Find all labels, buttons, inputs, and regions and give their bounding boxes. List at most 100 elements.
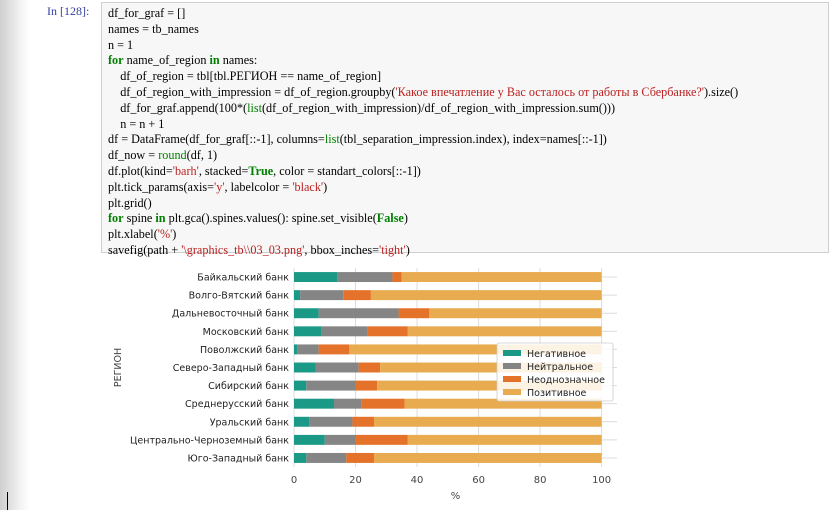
code-token: , bbox_inches= xyxy=(304,242,379,257)
x-tick-label: 20 xyxy=(349,475,362,486)
code-line: names = tb_names xyxy=(108,22,828,38)
bar-segment xyxy=(392,272,402,283)
bar-segment xyxy=(318,308,399,319)
bar-segment xyxy=(373,416,602,427)
code-line: df_now = round(df, 1) xyxy=(108,148,828,164)
code-token: plt.xlabel( xyxy=(108,227,158,242)
bar-segment xyxy=(429,308,602,319)
y-tick-label: Центрально-Черноземный банк xyxy=(130,435,289,446)
code-token: df_now = xyxy=(108,148,159,163)
code-token: in xyxy=(155,211,166,226)
bar-segment xyxy=(294,272,338,283)
legend-label: Неоднозначное xyxy=(527,375,605,386)
bar-segment xyxy=(346,452,374,463)
code-token: 'tight' xyxy=(379,242,406,257)
code-token: 'y' xyxy=(214,179,225,194)
legend-swatch xyxy=(503,389,521,395)
y-tick-label: Среднерусский банк xyxy=(185,399,289,410)
code-token: name_of_region xyxy=(123,53,210,68)
y-tick-label: Юго-Западный банк xyxy=(187,453,289,464)
y-axis-label: РЕГИОН xyxy=(113,348,124,387)
code-token: names = tb_names xyxy=(108,21,199,36)
bar-segment xyxy=(401,272,602,283)
bar-segment xyxy=(407,434,602,445)
window-edge-shade xyxy=(0,0,30,510)
bar-segment xyxy=(318,344,350,355)
y-tick-label: Северо-Западный банк xyxy=(173,363,290,374)
code-token: ) xyxy=(403,211,408,226)
bar-segment xyxy=(352,416,374,427)
code-token: 'black' xyxy=(292,179,324,194)
code-token: plt.tick_params(axis= xyxy=(108,179,215,194)
bar-segment xyxy=(337,272,393,283)
code-token: spine xyxy=(123,211,156,226)
bar-segment xyxy=(294,362,316,373)
code-token: n = 1 xyxy=(108,37,134,52)
code-token: (tbl_separation_impression.index), index… xyxy=(339,132,607,147)
code-line: n = 1 xyxy=(108,38,828,54)
code-token: list xyxy=(324,132,340,147)
code-line: plt.grid() xyxy=(108,196,828,212)
bar-segment xyxy=(294,416,310,427)
bar-segment xyxy=(306,452,347,463)
code-token: ) xyxy=(323,179,328,194)
cell-prompt: In [128]: xyxy=(47,4,90,18)
code-token: in xyxy=(209,53,220,68)
code-token: names: xyxy=(219,53,258,68)
bar-segment xyxy=(294,344,298,355)
code-token: savefig(path + xyxy=(108,242,182,257)
code-token: '%' xyxy=(157,227,173,242)
code-token: round xyxy=(158,148,187,163)
y-tick-label: Дальневосточный банк xyxy=(172,309,289,320)
code-token: '\graphics_tb\\03_03.png' xyxy=(181,242,305,257)
code-token: , stacked= xyxy=(198,163,249,178)
bar-segment xyxy=(300,290,344,301)
y-tick-label: Поволжский банк xyxy=(200,345,289,356)
y-tick-label: Сибирский банк xyxy=(208,381,289,392)
code-token: 'Какое впечатление у Вас осталось от раб… xyxy=(395,84,704,99)
code-token: df_for_graf = [] xyxy=(108,6,186,20)
bar-segment xyxy=(324,434,356,445)
code-line: df_of_region_with_impression = df_of_reg… xyxy=(108,85,828,101)
cell-divider xyxy=(7,492,8,510)
code-token: , color = standart_colors[::-1]) xyxy=(273,163,421,178)
bar-segment xyxy=(333,398,362,409)
code-line: for name_of_region in names: xyxy=(108,53,828,69)
bar-segment xyxy=(343,290,371,301)
bar-segment xyxy=(370,290,602,301)
code-token: for xyxy=(108,53,124,68)
legend-swatch xyxy=(503,376,521,382)
code-token: ) xyxy=(405,242,410,257)
code-token: (df_of_region_with_impression)/df_of_reg… xyxy=(262,100,616,115)
code-token: ) xyxy=(172,227,177,242)
x-tick-label: 60 xyxy=(472,475,485,486)
code-line: plt.xlabel('%') xyxy=(108,227,828,243)
code-line: for spine in plt.gca().spines.values(): … xyxy=(108,211,828,227)
code-cell-editor[interactable]: df_for_graf = [] names = tb_names n = 1 for… xyxy=(101,2,829,257)
cell-output: 0 20 40 60 80 100 Байкальский банк Волго-Вятски… xyxy=(101,258,829,506)
code-line: n = n + 1 xyxy=(108,117,828,133)
bar-segment xyxy=(294,308,319,319)
code-token: df_of_region_with_impression = df_of_reg… xyxy=(108,84,396,99)
stacked-bar-chart: 0 20 40 60 80 100 Байкальский банк Волго-Вятски… xyxy=(113,268,617,502)
bar-segment xyxy=(407,326,602,337)
code-token: plt.gca().spines.values(): spine.set_vis… xyxy=(165,211,377,226)
code-line: df = DataFrame(df_for_graf[::-1], column… xyxy=(108,132,828,148)
code-token: ).size() xyxy=(704,84,739,99)
bar-segment xyxy=(358,362,381,373)
x-tick-label: 0 xyxy=(291,475,297,486)
code-token: plt.grid() xyxy=(108,195,152,210)
code-token: list xyxy=(247,100,262,115)
code-line: plt.tick_params(axis='y', labelcolor = '… xyxy=(108,180,828,196)
legend-swatch xyxy=(503,350,521,356)
bar-segment xyxy=(297,344,319,355)
y-tick-label: Волго-Вятский банк xyxy=(189,291,290,302)
bar-segment xyxy=(367,326,408,337)
code-token: df.plot(kind= xyxy=(108,163,173,178)
legend-swatch xyxy=(503,363,521,369)
x-tick-label: 80 xyxy=(534,475,547,486)
bar-segment xyxy=(321,326,368,337)
code-token: True xyxy=(248,163,274,178)
bar-segment xyxy=(294,290,301,301)
bar-segment xyxy=(306,380,356,391)
